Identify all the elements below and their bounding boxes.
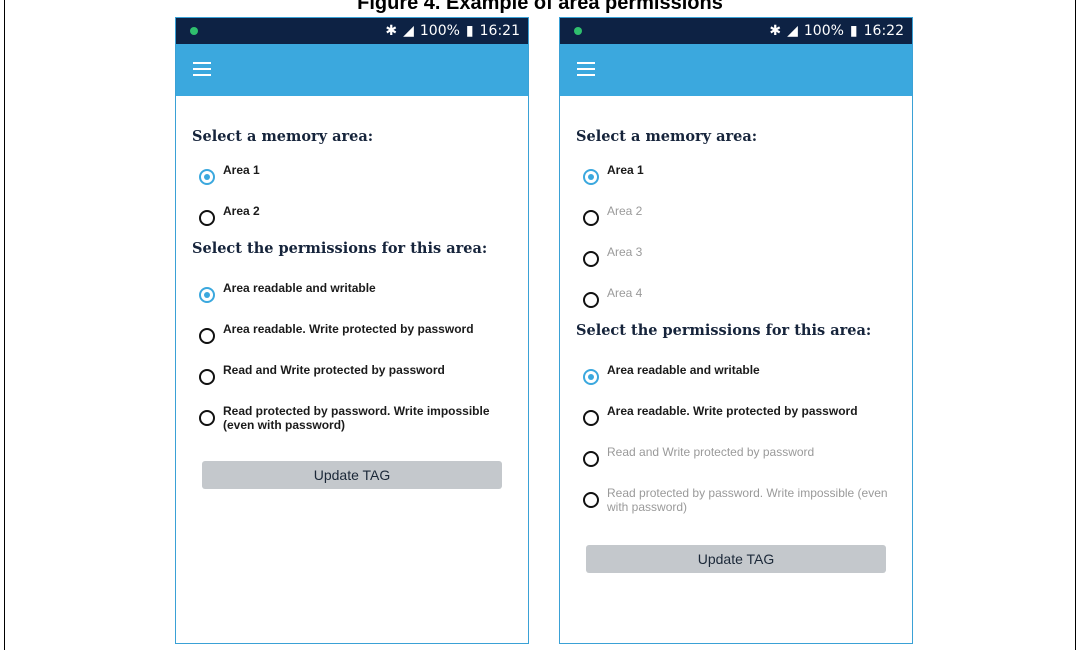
permission-option-3[interactable]: Read and Write protected by password [576, 445, 912, 471]
radio-icon[interactable] [583, 251, 599, 267]
area-option-2[interactable]: Area 2 [192, 204, 528, 230]
permission-option-3[interactable]: Read and Write protected by password [192, 363, 528, 389]
notification-dot-icon [190, 27, 198, 35]
battery-text: 100% [419, 23, 460, 39]
update-tag-button[interactable]: Update TAG [202, 461, 502, 489]
app-bar [176, 44, 528, 96]
radio-icon[interactable] [583, 451, 599, 467]
signal-icon: ◢ [787, 23, 798, 39]
area-label: Area 2 [223, 204, 260, 218]
battery-icon: ▮ [849, 23, 858, 39]
radio-icon[interactable] [583, 210, 599, 226]
clock: 16:22 [863, 23, 904, 39]
permission-option-4[interactable]: Read protected by password. Write imposs… [192, 404, 528, 438]
radio-selected-icon[interactable] [583, 169, 599, 185]
memory-area-title: Select a memory area: [576, 128, 758, 145]
permission-label: Read and Write protected by password [607, 445, 815, 459]
permission-label: Area readable. Write protected by passwo… [223, 322, 474, 336]
area-label: Area 4 [607, 286, 643, 300]
app-bar [560, 44, 912, 96]
radio-selected-icon[interactable] [199, 169, 215, 185]
area-option-2[interactable]: Area 2 [576, 204, 912, 230]
area-option-3[interactable]: Area 3 [576, 245, 912, 271]
radio-icon[interactable] [583, 292, 599, 308]
status-right: ✱ ◢ 100% ▮ 16:22 [769, 23, 904, 39]
radio-selected-icon[interactable] [199, 287, 215, 303]
radio-icon[interactable] [199, 210, 215, 226]
permission-label: Area readable and writable [223, 281, 376, 295]
menu-icon[interactable] [193, 62, 211, 76]
signal-icon: ◢ [403, 23, 414, 39]
radio-icon[interactable] [583, 410, 599, 426]
permission-label: Read and Write protected by password [223, 363, 445, 377]
permission-label: Read protected by password. Write imposs… [223, 404, 490, 432]
area-label: Area 3 [607, 245, 643, 259]
area-label: Area 1 [223, 163, 260, 177]
permission-option-2[interactable]: Area readable. Write protected by passwo… [192, 322, 528, 348]
clock: 16:21 [479, 23, 520, 39]
area-label: Area 1 [607, 163, 644, 177]
radio-icon[interactable] [199, 369, 215, 385]
permission-option-1[interactable]: Area readable and writable [576, 363, 912, 389]
radio-icon[interactable] [199, 328, 215, 344]
notification-dot-icon [574, 27, 582, 35]
area-label: Area 2 [607, 204, 643, 218]
battery-icon: ▮ [465, 23, 474, 39]
status-right: ✱ ◢ 100% ▮ 16:21 [385, 23, 520, 39]
radio-selected-icon[interactable] [583, 369, 599, 385]
permission-option-2[interactable]: Area readable. Write protected by passwo… [576, 404, 912, 430]
bluetooth-icon: ✱ [769, 23, 782, 39]
area-option-4[interactable]: Area 4 [576, 286, 912, 312]
permission-option-1[interactable]: Area readable and writable [192, 281, 528, 307]
phone-screen-right: ✱ ◢ 100% ▮ 16:22 Select a memory area: A… [559, 17, 913, 644]
permissions-title: Select the permissions for this area: [192, 240, 488, 257]
content: Select a memory area: Area 1 Area 2 Sele… [176, 128, 528, 438]
status-bar: ✱ ◢ 100% ▮ 16:22 [560, 18, 912, 44]
bluetooth-icon: ✱ [385, 23, 398, 39]
phone-screen-left: ✱ ◢ 100% ▮ 16:21 Select a memory area: A… [175, 17, 529, 644]
radio-icon[interactable] [199, 410, 215, 426]
figure-caption: Figure 4. Example of area permissions [357, 0, 723, 14]
figure-frame: Figure 4. Example of area permissions [4, 0, 1076, 650]
permission-label: Area readable. Write protected by passwo… [607, 404, 858, 418]
menu-icon[interactable] [577, 62, 595, 76]
permission-option-4[interactable]: Read protected by password. Write imposs… [576, 486, 912, 520]
permission-label: Area readable and writable [607, 363, 760, 377]
memory-area-title: Select a memory area: [192, 128, 374, 145]
area-option-1[interactable]: Area 1 [192, 163, 528, 189]
radio-icon[interactable] [583, 492, 599, 508]
update-tag-button[interactable]: Update TAG [586, 545, 886, 573]
area-option-1[interactable]: Area 1 [576, 163, 912, 189]
permissions-title: Select the permissions for this area: [576, 322, 872, 339]
content: Select a memory area: Area 1 Area 2 Area… [560, 128, 912, 520]
battery-text: 100% [803, 23, 844, 39]
permission-label: Read protected by password. Write imposs… [607, 486, 888, 514]
status-bar: ✱ ◢ 100% ▮ 16:21 [176, 18, 528, 44]
